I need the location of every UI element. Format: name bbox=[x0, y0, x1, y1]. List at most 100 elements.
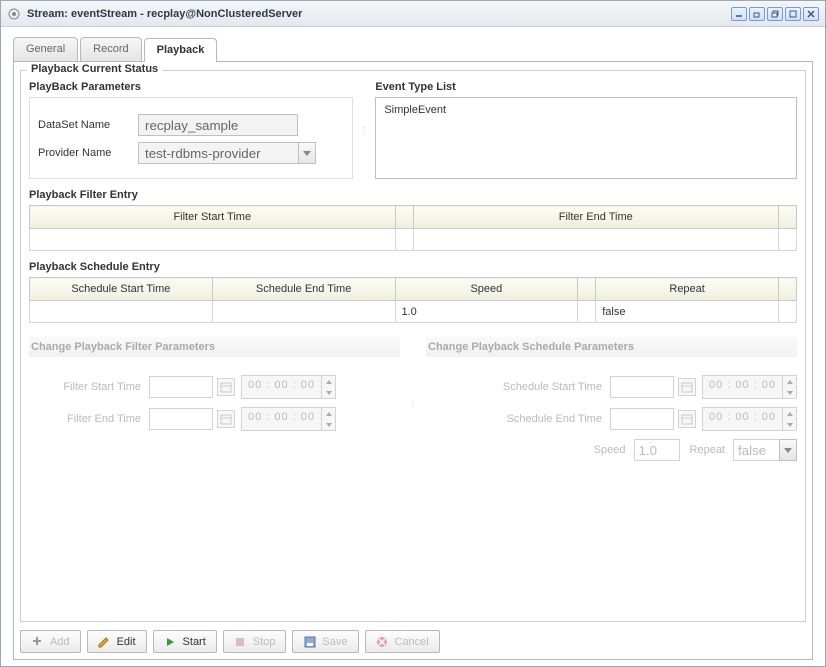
playback-params-col: PlayBack Parameters DataSet Name Provide… bbox=[29, 81, 353, 179]
edit-button[interactable]: Edit bbox=[87, 630, 147, 653]
filter-col-spacer2 bbox=[779, 206, 797, 229]
chevron-down-icon bbox=[303, 151, 311, 156]
schedule-repeat-cell[interactable]: false bbox=[596, 301, 779, 323]
tab-record[interactable]: Record bbox=[80, 37, 141, 61]
schedule-speed-col[interactable]: Speed bbox=[395, 278, 578, 301]
eventtype-item[interactable]: SimpleEvent bbox=[384, 104, 788, 116]
schedule-speed-cell[interactable]: 1.0 bbox=[395, 301, 578, 323]
calendar-icon bbox=[220, 413, 232, 425]
filter-start-time-text: 00 : 00 : 00 bbox=[242, 376, 321, 398]
repeat-input[interactable] bbox=[733, 439, 779, 461]
repeat-combo[interactable] bbox=[733, 439, 797, 461]
schedule-start-cell[interactable] bbox=[30, 301, 213, 323]
maximize-button[interactable] bbox=[785, 7, 801, 21]
schedule-end-date-input[interactable] bbox=[610, 408, 674, 430]
window-buttons bbox=[731, 7, 819, 21]
spin-up-button[interactable] bbox=[322, 376, 335, 387]
save-button[interactable]: Save bbox=[292, 630, 358, 653]
eventtype-col: Event Type List SimpleEvent bbox=[375, 81, 797, 179]
restore-down-button[interactable] bbox=[749, 7, 765, 21]
filter-end-date-input[interactable] bbox=[149, 408, 213, 430]
schedule-entry-grid[interactable]: Schedule Start Time Schedule End Time Sp… bbox=[29, 277, 797, 323]
filter-end-row: Filter End Time 00 : 00 : 00 bbox=[29, 407, 400, 431]
eventtype-list[interactable]: SimpleEvent bbox=[375, 97, 797, 179]
calendar-icon bbox=[220, 381, 232, 393]
schedule-repeat-col[interactable]: Repeat bbox=[596, 278, 779, 301]
spin-up-button[interactable] bbox=[322, 408, 335, 419]
chevron-down-icon bbox=[787, 391, 793, 395]
spin-up-button[interactable] bbox=[783, 408, 796, 419]
toolbar: Add Edit Start Stop Save bbox=[20, 622, 806, 653]
vertical-splitter[interactable]: ⋮ bbox=[361, 81, 367, 179]
change-filter-title: Change Playback Filter Parameters bbox=[29, 337, 400, 357]
schedule-end-cell[interactable] bbox=[212, 301, 395, 323]
dataset-label: DataSet Name bbox=[38, 119, 138, 131]
stream-window: Stream: eventStream - recplay@NonCluster… bbox=[0, 0, 826, 667]
filter-cell-spacer2 bbox=[779, 229, 797, 251]
vertical-splitter[interactable]: ⋮ bbox=[410, 337, 416, 469]
minimize-button[interactable] bbox=[731, 7, 747, 21]
repeat-dropdown-button[interactable] bbox=[779, 439, 797, 461]
schedule-start-calendar-button[interactable] bbox=[678, 378, 696, 396]
filter-end-cell[interactable] bbox=[413, 229, 779, 251]
schedule-cell-spacer2 bbox=[779, 301, 797, 323]
close-button[interactable] bbox=[803, 7, 819, 21]
filter-end-col[interactable]: Filter End Time bbox=[413, 206, 779, 229]
titlebar: Stream: eventStream - recplay@NonCluster… bbox=[1, 1, 825, 27]
start-label: Start bbox=[183, 636, 206, 648]
provider-input[interactable] bbox=[138, 142, 298, 164]
filter-start-cell[interactable] bbox=[30, 229, 396, 251]
change-params-row: Change Playback Filter Parameters Filter… bbox=[29, 337, 797, 469]
provider-dropdown-button[interactable] bbox=[298, 142, 316, 164]
stream-icon bbox=[7, 7, 21, 21]
dataset-input[interactable] bbox=[138, 114, 298, 136]
chevron-down-icon bbox=[787, 423, 793, 427]
provider-combo[interactable] bbox=[138, 142, 316, 164]
spin-down-button[interactable] bbox=[322, 419, 335, 430]
schedule-end-time-spinner[interactable]: 00 : 00 : 00 bbox=[702, 407, 797, 431]
eventtype-legend: Event Type List bbox=[375, 81, 797, 93]
chevron-up-icon bbox=[787, 412, 793, 416]
start-button[interactable]: Start bbox=[153, 630, 217, 653]
table-row[interactable]: 1.0 false bbox=[30, 301, 797, 323]
stop-label: Stop bbox=[253, 636, 276, 648]
filter-entry-grid[interactable]: Filter Start Time Filter End Time bbox=[29, 205, 797, 251]
schedule-end-calendar-button[interactable] bbox=[678, 410, 696, 428]
filter-start-date-input[interactable] bbox=[149, 376, 213, 398]
restore-up-button[interactable] bbox=[767, 7, 783, 21]
spin-down-button[interactable] bbox=[783, 419, 796, 430]
schedule-end-col[interactable]: Schedule End Time bbox=[212, 278, 395, 301]
chevron-down-icon bbox=[784, 448, 792, 453]
filter-end-time-spinner[interactable]: 00 : 00 : 00 bbox=[241, 407, 336, 431]
spin-down-button[interactable] bbox=[322, 387, 335, 398]
schedule-col-spacer1 bbox=[578, 278, 596, 301]
filter-cell-spacer1 bbox=[395, 229, 413, 251]
stop-button[interactable]: Stop bbox=[223, 630, 287, 653]
tab-general[interactable]: General bbox=[13, 37, 78, 61]
tab-playback[interactable]: Playback bbox=[144, 38, 218, 62]
status-top-row: PlayBack Parameters DataSet Name Provide… bbox=[29, 81, 797, 179]
schedule-cell-spacer1 bbox=[578, 301, 596, 323]
schedule-start-row: Schedule Start Time 00 : 00 : 00 bbox=[426, 375, 797, 399]
cancel-button[interactable]: Cancel bbox=[365, 630, 440, 653]
schedule-end-label: Schedule End Time bbox=[460, 413, 610, 425]
edit-label: Edit bbox=[117, 636, 136, 648]
spin-down-button[interactable] bbox=[783, 387, 796, 398]
filter-start-col[interactable]: Filter Start Time bbox=[30, 206, 396, 229]
table-row[interactable] bbox=[30, 229, 797, 251]
add-button[interactable]: Add bbox=[20, 630, 81, 653]
schedule-start-col[interactable]: Schedule Start Time bbox=[30, 278, 213, 301]
filter-start-time-spinner[interactable]: 00 : 00 : 00 bbox=[241, 375, 336, 399]
filter-start-label: Filter Start Time bbox=[29, 381, 149, 393]
schedule-start-time-spinner[interactable]: 00 : 00 : 00 bbox=[702, 375, 797, 399]
schedule-speed-repeat-row: Speed Repeat bbox=[426, 439, 797, 461]
speed-input[interactable] bbox=[634, 439, 680, 461]
chevron-up-icon bbox=[787, 380, 793, 384]
filter-start-row: Filter Start Time 00 : 00 : 00 bbox=[29, 375, 400, 399]
filter-end-calendar-button[interactable] bbox=[217, 410, 235, 428]
spinner-buttons bbox=[321, 376, 335, 398]
schedule-start-date-input[interactable] bbox=[610, 376, 674, 398]
spin-up-button[interactable] bbox=[783, 376, 796, 387]
filter-start-calendar-button[interactable] bbox=[217, 378, 235, 396]
spinner-buttons bbox=[782, 408, 796, 430]
